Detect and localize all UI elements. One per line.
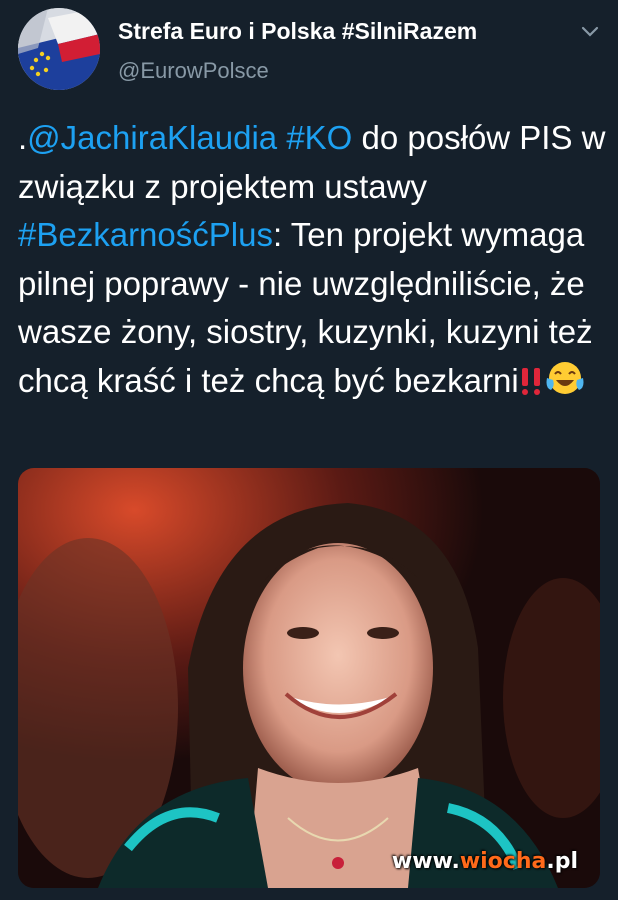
hashtag-link-bezkarnosc[interactable]: #BezkarnośćPlus [18,216,273,253]
double-exclamation-icon [519,361,545,410]
watermark-prefix: www. [391,849,460,874]
avatar[interactable] [18,8,100,90]
tweet: Strefa Euro i Polska #SilniRazem @EurowP… [0,0,618,900]
author-display-name[interactable]: Strefa Euro i Polska #SilniRazem [118,18,477,45]
avatar-flag-image [18,8,100,90]
chevron-down-icon[interactable] [578,22,602,42]
watermark-accent: wiocha [459,849,547,874]
tears-of-joy-icon [545,360,585,410]
tweet-text-part [277,119,286,156]
photo-woman-smiling [18,468,600,888]
tweet-photo[interactable]: www.wiocha.pl [18,468,600,888]
watermark: www.wiocha.pl [392,849,578,874]
mention-link[interactable]: @JachiraKlaudia [27,119,277,156]
tweet-text-part: . [18,119,28,156]
watermark-suffix: .pl [546,849,578,874]
tweet-text: .@JachiraKlaudia #KO do posłów PIS w zwi… [18,114,608,409]
author-handle[interactable]: @EurowPolsce [118,58,269,84]
hashtag-link-ko[interactable]: #KO [286,119,352,156]
